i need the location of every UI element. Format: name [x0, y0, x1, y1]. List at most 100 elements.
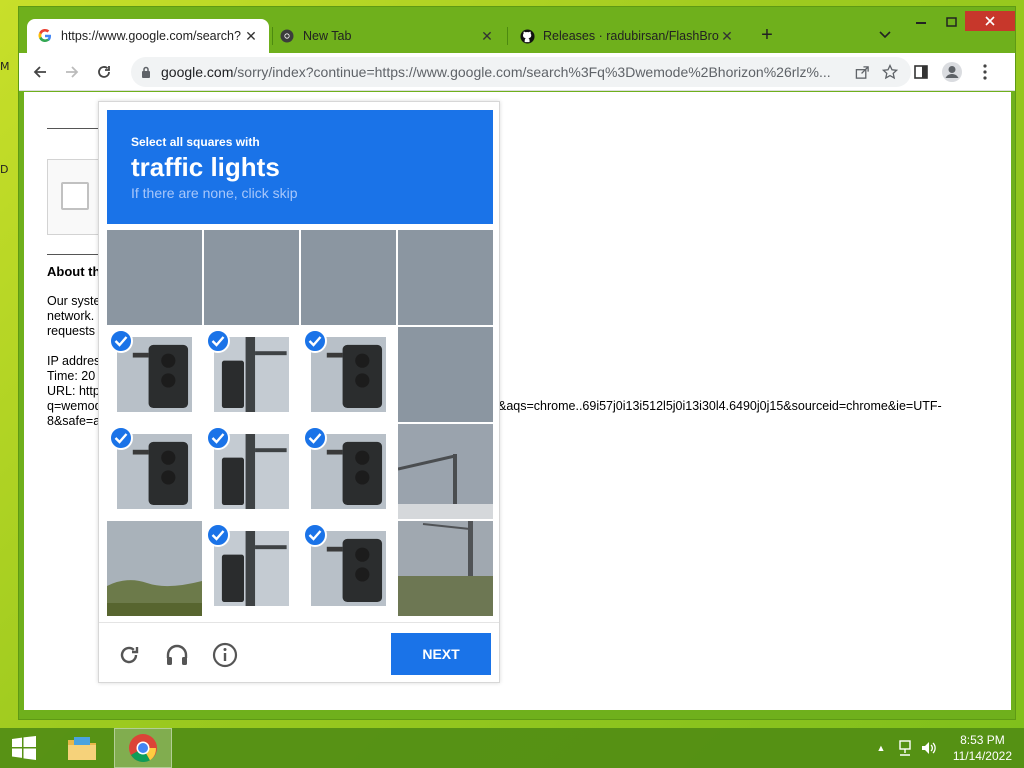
captcha-tile-0-1[interactable]	[204, 230, 299, 325]
google-icon	[37, 28, 53, 44]
captcha-tile-2-3[interactable]	[398, 424, 493, 519]
tab-new-tab[interactable]: New Tab ✕	[269, 19, 505, 53]
challenge-object: traffic lights	[131, 152, 280, 182]
body-line: requests	[47, 324, 95, 338]
url-line-cont: 8&safe=a	[47, 414, 101, 428]
tile-image	[301, 230, 396, 325]
captcha-tile-1-2[interactable]	[301, 327, 396, 422]
url-host: google.com	[161, 64, 234, 80]
tab-separator	[507, 27, 508, 45]
tile-image	[398, 230, 493, 325]
address-bar[interactable]: google.com/sorry/index?continue=https://…	[131, 57, 911, 87]
next-button[interactable]: NEXT	[391, 633, 491, 675]
url-tail-text: &aqs=chrome..69i57j0i13i512l5j0i13i30l4.…	[498, 399, 942, 413]
captcha-tile-2-2[interactable]	[301, 424, 396, 519]
minimize-icon[interactable]	[907, 11, 935, 33]
url-path: /sorry/index?continue=https://www.google…	[233, 64, 831, 80]
url-text: google.com/sorry/index?continue=https://…	[161, 64, 849, 80]
tab-title: https://www.google.com/search?	[61, 29, 241, 43]
network-icon[interactable]	[894, 728, 916, 768]
new-tab-button[interactable]: +	[753, 24, 781, 46]
taskbar: ▲ 8:53 PM 11/14/2022	[0, 728, 1024, 768]
ip-address-line: IP addres	[47, 354, 101, 368]
close-tab-icon[interactable]: ✕	[719, 28, 735, 45]
browser-toolbar: google.com/sorry/index?continue=https://…	[19, 53, 1015, 91]
menu-kebab-icon[interactable]	[972, 59, 998, 85]
volume-icon[interactable]	[918, 728, 940, 768]
captcha-tile-1-0[interactable]	[107, 327, 202, 422]
tile-checkmark-icon	[303, 426, 327, 450]
challenge-footer: NEXT	[99, 622, 499, 684]
bookmark-star-icon[interactable]	[875, 64, 905, 80]
clock-date: 11/14/2022	[952, 749, 1012, 763]
browser-window: https://www.google.com/search? ✕ New Tab…	[18, 6, 1016, 720]
chrome-icon	[279, 28, 295, 44]
tile-checkmark-icon	[109, 426, 133, 450]
tile-image	[204, 230, 299, 325]
captcha-tile-3-3[interactable]	[398, 521, 493, 616]
tab-github-releases[interactable]: Releases · radubirsan/FlashBrows ✕	[509, 19, 745, 53]
side-panel-icon[interactable]	[908, 59, 934, 85]
tile-checkmark-icon	[303, 329, 327, 353]
system-clock[interactable]: 8:53 PM 11/14/2022	[953, 732, 1012, 764]
challenge-hint: If there are none, click skip	[131, 185, 298, 201]
desktop-icon-label-2: D	[0, 163, 9, 176]
captcha-tile-3-1[interactable]	[204, 521, 299, 616]
tile-image	[107, 230, 202, 325]
tile-image	[398, 424, 493, 519]
challenge-instruction: Select all squares with	[131, 135, 260, 149]
tile-checkmark-icon	[206, 329, 230, 353]
captcha-tile-2-1[interactable]	[204, 424, 299, 519]
time-line: Time: 20	[47, 369, 96, 383]
tab-search-dropdown-icon[interactable]	[871, 24, 899, 46]
tile-checkmark-icon	[303, 523, 327, 547]
profile-avatar-icon[interactable]	[939, 59, 965, 85]
audio-challenge-icon[interactable]	[161, 639, 193, 671]
back-arrow-icon[interactable]	[27, 59, 53, 85]
tile-image	[107, 521, 202, 616]
info-icon[interactable]	[209, 639, 241, 671]
recaptcha-checkbox[interactable]	[61, 182, 89, 210]
tile-checkmark-icon	[109, 329, 133, 353]
tile-checkmark-icon	[206, 523, 230, 547]
show-hidden-icons-icon[interactable]: ▲	[872, 728, 890, 768]
tile-checkmark-icon	[206, 426, 230, 450]
captcha-tile-1-3[interactable]	[398, 327, 493, 422]
about-heading: About th	[47, 264, 101, 279]
captcha-tile-3-2[interactable]	[301, 521, 396, 616]
url-line: URL: http	[47, 384, 100, 398]
recaptcha-challenge: Select all squares with traffic lights I…	[98, 101, 500, 683]
reload-icon[interactable]	[91, 59, 117, 85]
github-icon	[519, 28, 535, 44]
lock-icon[interactable]	[139, 66, 153, 78]
captcha-tile-0-0[interactable]	[107, 230, 202, 325]
image-grid	[107, 230, 493, 616]
captcha-tile-0-2[interactable]	[301, 230, 396, 325]
tile-image	[398, 521, 493, 616]
close-tab-icon[interactable]: ✕	[479, 28, 495, 45]
desktop-icon-label-1: M	[0, 60, 10, 73]
close-tab-icon[interactable]: ✕	[243, 28, 259, 45]
close-window-icon[interactable]	[965, 11, 1015, 31]
file-explorer-icon[interactable]	[58, 728, 106, 768]
chrome-taskbar-icon[interactable]	[114, 728, 172, 768]
forward-arrow-icon[interactable]	[59, 59, 85, 85]
url-line-cont: q=wemod	[47, 399, 102, 413]
share-icon[interactable]	[849, 65, 875, 80]
captcha-tile-1-1[interactable]	[204, 327, 299, 422]
tab-google-search[interactable]: https://www.google.com/search? ✕	[27, 19, 269, 53]
start-windows-icon[interactable]	[0, 728, 48, 768]
tab-title: Releases · radubirsan/FlashBrows	[543, 29, 719, 43]
body-line: Our syste	[47, 294, 101, 308]
captcha-tile-3-0[interactable]	[107, 521, 202, 616]
tab-strip: https://www.google.com/search? ✕ New Tab…	[19, 7, 1015, 53]
clock-time: 8:53 PM	[960, 733, 1005, 747]
challenge-header: Select all squares with traffic lights I…	[107, 110, 493, 224]
reload-challenge-icon[interactable]	[113, 639, 145, 671]
body-line: network.	[47, 309, 95, 323]
tab-title: New Tab	[303, 29, 352, 43]
captcha-tile-0-3[interactable]	[398, 230, 493, 325]
tile-image	[398, 327, 493, 422]
maximize-icon[interactable]	[937, 11, 965, 33]
captcha-tile-2-0[interactable]	[107, 424, 202, 519]
